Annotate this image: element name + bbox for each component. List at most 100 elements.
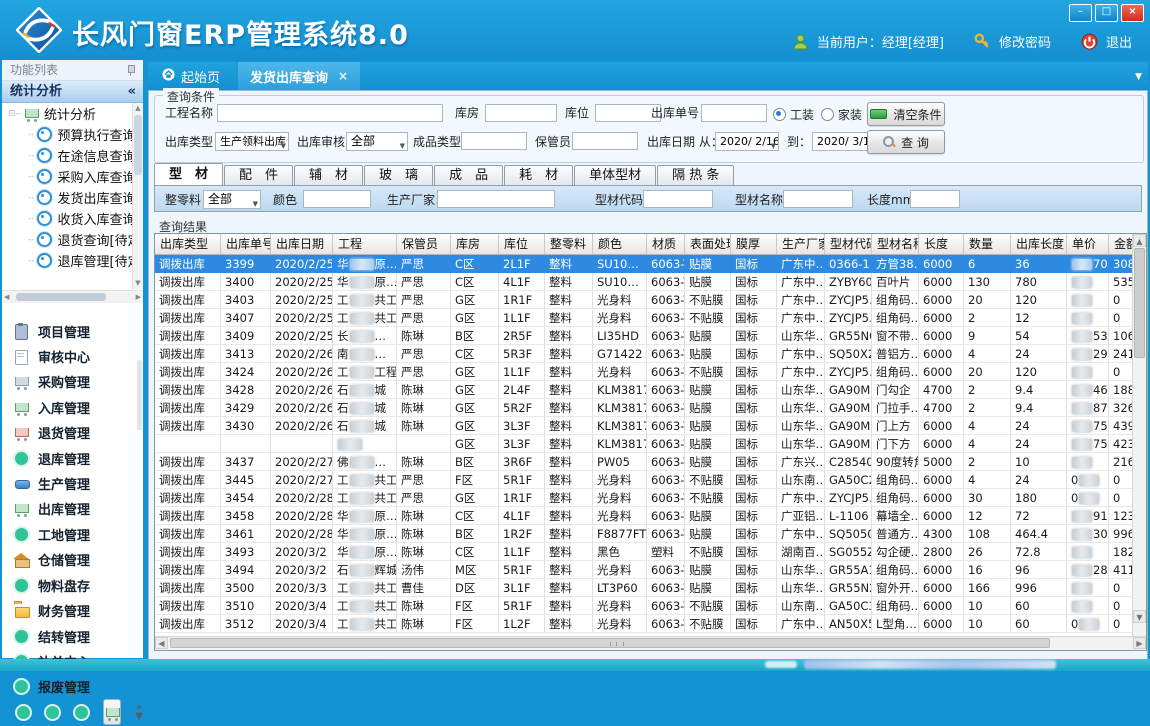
dot-icon[interactable]	[45, 705, 60, 720]
table-vertical-scrollbar[interactable]: ▲ ▼	[1132, 234, 1146, 637]
dot-icon[interactable]	[16, 705, 31, 720]
out-type-select[interactable]: 生产领料出库▼	[215, 132, 289, 151]
scroll-left-icon[interactable]: ◀	[4, 291, 9, 303]
table-row[interactable]: 调拨出库35102020/3/4工共工程陈琳F区5R1F整料光身料6063-T5…	[155, 597, 1133, 615]
material-tab-辅材[interactable]: 辅 材	[294, 165, 363, 185]
sidebar-module-报废管理[interactable]: 报废管理	[14, 677, 143, 697]
maximize-button[interactable]: □	[1095, 4, 1118, 22]
table-horizontal-scrollbar[interactable]: ◀ ▶	[155, 636, 1146, 650]
tree-item[interactable]: --收货入库查询	[2, 208, 130, 229]
column-header-出库单号[interactable]: 出库单号	[221, 234, 271, 254]
scroll-down-icon[interactable]: ▼	[1133, 610, 1146, 623]
column-header-数量[interactable]: 数量	[964, 234, 1011, 254]
tree-item[interactable]: --发货出库查询	[2, 187, 130, 208]
column-header-膜厚[interactable]: 膜厚	[731, 234, 777, 254]
tree-item[interactable]: --采购入库查询	[2, 166, 130, 187]
scroll-left-icon[interactable]: ◀	[155, 637, 168, 649]
filter-input-型材代码[interactable]	[643, 190, 713, 208]
clear-conditions-button[interactable]: 清空条件	[867, 102, 945, 126]
column-header-保管员[interactable]: 保管员	[397, 234, 451, 254]
material-tab-玻璃[interactable]: 玻 璃	[364, 165, 433, 185]
table-row[interactable]: 调拨出库34612020/2/28华原…陈琳B区1R2F整料F8877FT606…	[155, 525, 1133, 543]
tree-vertical-scrollbar[interactable]: ▲ ▼	[132, 103, 143, 289]
logout-link[interactable]: 退出	[1106, 32, 1132, 51]
column-header-单价[interactable]: 单价	[1067, 234, 1109, 254]
tree-item[interactable]: --在途信息查询[待	[2, 145, 130, 166]
audit-select[interactable]: 全部▼	[346, 132, 408, 151]
product-type-input[interactable]	[461, 132, 527, 150]
filter-input-型材名称[interactable]	[783, 190, 853, 208]
table-row[interactable]: 调拨出库35122020/3/4工共工程陈琳F区1L2F整料光身料6063-T5…	[155, 615, 1133, 633]
dot-icon[interactable]	[74, 705, 89, 720]
tree-item[interactable]: --预算执行查询	[2, 124, 130, 145]
column-header-库位[interactable]: 库位	[499, 234, 545, 254]
material-tab-耗材[interactable]: 耗 材	[504, 165, 573, 185]
close-button[interactable]: ×	[1121, 4, 1144, 22]
sidebar-module-出库管理[interactable]: 出库管理	[14, 499, 143, 519]
column-header-表面处理[interactable]: 表面处理	[685, 234, 731, 254]
table-row[interactable]: 调拨出库34582020/2/28华原…陈琳C区4L1F整料光身料6063-T5…	[155, 507, 1133, 525]
tab-发货出库查询[interactable]: 发货出库查询×	[238, 62, 360, 90]
column-header-型材代码[interactable]: 型材代码	[825, 234, 872, 254]
table-row[interactable]: 调拨出库34942020/3/2石辉城汤伟M区5R1F整料光身料6063-T5贴…	[155, 561, 1133, 579]
sidebar-module-财务管理[interactable]: 财务管理	[14, 601, 143, 621]
more-chevron-icon[interactable]: »▼	[135, 703, 143, 721]
material-tab-配件[interactable]: 配 件	[224, 165, 293, 185]
jiazhuang-radio[interactable]: 家装	[821, 106, 862, 123]
sidebar-module-审核中心[interactable]: 审核中心	[14, 346, 143, 366]
column-header-出库日期[interactable]: 出库日期	[271, 234, 333, 254]
tree-root-node[interactable]: ⊟--统计分析	[2, 103, 130, 124]
scroll-right-icon[interactable]: ▶	[136, 291, 141, 303]
scrollbar-thumb[interactable]	[134, 115, 142, 175]
scroll-right-icon[interactable]: ▶	[1133, 637, 1146, 649]
sidebar-module-生产管理[interactable]: 生产管理	[14, 474, 143, 494]
scrollbar-thumb[interactable]	[170, 638, 1050, 648]
filter-input-生产厂家[interactable]	[437, 190, 555, 208]
table-row[interactable]: 调拨出库34292020/2/26石城陈琳G区5R2F整料KLM38176063…	[155, 399, 1133, 417]
column-header-出库类型[interactable]: 出库类型	[155, 234, 221, 254]
table-row[interactable]: 调拨出库34002020/2/25华原…严思C区4L1F整料SU10…6063-…	[155, 273, 1133, 291]
tree-horizontal-scrollbar[interactable]: ◀ ▶	[2, 290, 143, 303]
column-header-生产厂家[interactable]: 生产厂家	[777, 234, 825, 254]
table-row[interactable]: 调拨出库34092020/2/25长…陈琳B区2R5F整料LI35HD6063-…	[155, 327, 1133, 345]
cart-button[interactable]	[103, 699, 121, 725]
table-row[interactable]: 调拨出库34072020/2/25工共工程严思G区1L1F整料光身料6063-T…	[155, 309, 1133, 327]
tab-list-dropdown-icon[interactable]: ▼	[1135, 72, 1142, 82]
project-name-input[interactable]	[217, 104, 443, 122]
table-row[interactable]: 调拨出库33992020/2/25华原…严思C区2L1F整料SU10…6063-…	[155, 255, 1133, 273]
order-no-input[interactable]	[701, 104, 767, 122]
scroll-down-icon[interactable]: ▼	[133, 278, 143, 289]
sidebar-module-结转管理[interactable]: 结转管理	[14, 626, 143, 646]
table-row[interactable]: 调拨出库34932020/3/2华原…陈琳C区1L1F整料黑色塑料不贴膜国标湖南…	[155, 543, 1133, 561]
material-tab-隔热条[interactable]: 隔 热 条	[657, 165, 734, 185]
tree-item[interactable]: --退库管理[待定]	[2, 250, 130, 271]
column-header-型材名称[interactable]: 型材名称	[872, 234, 919, 254]
table-row[interactable]: 调拨出库34132020/2/26南…严思C区5R3F整料G714226063-…	[155, 345, 1133, 363]
sidebar-module-项目管理[interactable]: 项目管理	[14, 321, 143, 341]
sidebar-module-退库管理[interactable]: 退库管理	[14, 448, 143, 468]
filter-input-长度mm[interactable]	[910, 190, 960, 208]
column-header-库房[interactable]: 库房	[451, 234, 499, 254]
material-tab-单体型材[interactable]: 单体型材	[574, 165, 656, 185]
sidebar-module-仓储管理[interactable]: 仓储管理	[14, 550, 143, 570]
filter-input-颜色[interactable]	[303, 190, 371, 208]
sidebar-module-退货管理[interactable]: 退货管理	[14, 423, 143, 443]
table-row[interactable]: 调拨出库34242020/2/26工工程严思G区1L1F整料光身料6063-T5…	[155, 363, 1133, 381]
column-header-出库长度[interactable]: 出库长度	[1011, 234, 1067, 254]
sidebar-module-工地管理[interactable]: 工地管理	[14, 524, 143, 544]
table-row[interactable]: 调拨出库34542020/2/28工共工程严思G区1R1F整料光身料6063-T…	[155, 489, 1133, 507]
change-password-link[interactable]: 修改密码	[999, 32, 1051, 51]
table-row[interactable]: 调拨出库34302020/2/26石城陈琳G区3L3F整料KLM38176063…	[155, 417, 1133, 435]
column-header-颜色[interactable]: 颜色	[593, 234, 647, 254]
warehouse-input[interactable]	[485, 104, 557, 122]
table-row[interactable]: 调拨出库34032020/2/25工共工程严思G区1R1F整料光身料6063-T…	[155, 291, 1133, 309]
minimize-button[interactable]: –	[1069, 4, 1092, 22]
sidebar-section-header[interactable]: 统计分析 «	[2, 81, 143, 103]
table-row[interactable]: 调拨出库34452020/2/27工共工程严思F区5R1F整料光身料6063-T…	[155, 471, 1133, 489]
date-from-picker[interactable]: 2020/ 2/16▼	[715, 132, 779, 151]
sidebar-module-入库管理[interactable]: 入库管理	[14, 397, 143, 417]
tab-close-icon[interactable]: ×	[338, 69, 348, 83]
tree-item[interactable]: --退货查询[待定]	[2, 229, 130, 250]
keeper-input[interactable]	[572, 132, 638, 150]
table-row[interactable]: G区3L3F整料KLM38176063-T5贴膜国标山东华…GA90M09.门下…	[155, 435, 1133, 453]
